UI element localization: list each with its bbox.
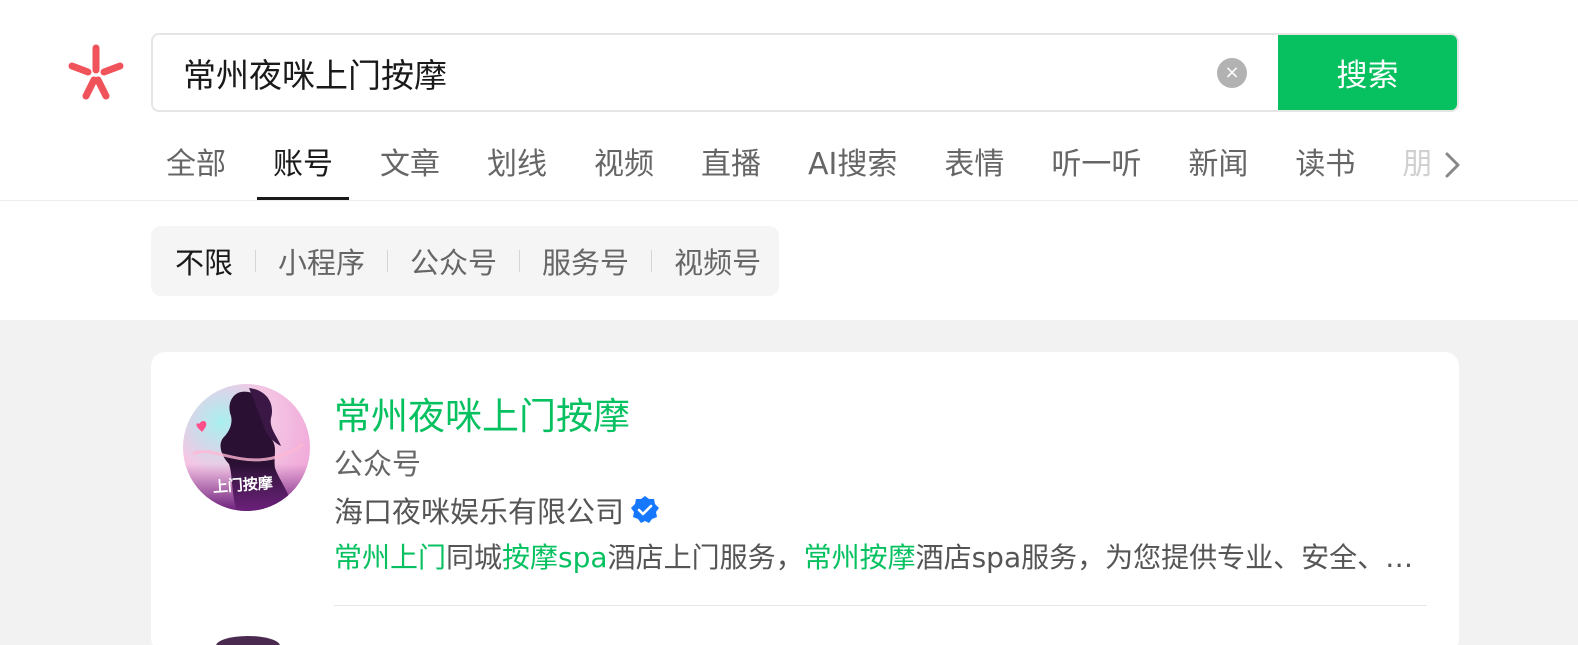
account-avatar[interactable]: 上门按摩 [183,384,310,511]
filter-all[interactable]: 不限 [175,240,233,282]
desc-highlight: 按摩spa [502,541,608,574]
filter-separator [651,250,653,272]
tab-articles[interactable]: 文章 [380,140,440,200]
category-tabs: 全部 账号 文章 划线 视频 直播 AI搜索 表情 听一听 新闻 读书 朋 [166,140,1479,200]
filter-separator [519,250,521,272]
desc-text: 同城 [446,541,503,574]
tab-accounts[interactable]: 账号 [257,140,349,200]
tab-news[interactable]: 新闻 [1188,140,1248,200]
desc-text: 酒店上门服务， [607,541,804,574]
account-description: 常州上门同城按摩spa酒店上门服务，常州按摩酒店spa服务，为您提供专业、安全、… [334,536,1429,576]
account-organization: 海口夜咪娱乐有限公司 [334,489,660,531]
tab-books[interactable]: 读书 [1295,140,1355,200]
wechat-search-logo-icon [68,44,124,100]
search-input[interactable] [153,35,1217,110]
filter-official-account[interactable]: 公众号 [410,240,497,282]
search-box: × 搜索 [151,33,1459,112]
filter-channels[interactable]: 视频号 [674,240,761,282]
filter-mini-program[interactable]: 小程序 [278,240,365,282]
tab-videos[interactable]: 视频 [594,140,654,200]
tabs-divider [0,200,1578,201]
filter-service-account[interactable]: 服务号 [542,240,629,282]
search-button[interactable]: 搜索 [1278,35,1457,110]
organization-name: 海口夜咪娱乐有限公司 [334,495,625,529]
tab-underlines[interactable]: 划线 [487,140,547,200]
desc-highlight: 常州按摩 [803,541,916,574]
tab-ai-search[interactable]: AI搜索 [808,140,897,200]
verified-badge-icon [631,496,660,523]
filter-separator [255,250,257,272]
desc-highlight: 常州上门 [334,541,447,574]
tab-live[interactable]: 直播 [701,140,761,200]
account-type-filter: 不限 小程序 公众号 服务号 视频号 [151,226,779,296]
filter-separator [387,250,389,272]
card-divider [334,605,1427,606]
chevron-right-icon[interactable] [1437,150,1467,180]
account-type: 公众号 [334,447,422,481]
tab-all[interactable]: 全部 [166,140,226,200]
account-name[interactable]: 常州夜咪上门按摩 [334,386,630,440]
clear-search-icon[interactable]: × [1217,57,1247,88]
desc-text: 酒店spa服务，为您提供专业、安全、快… [915,541,1429,574]
tab-stickers[interactable]: 表情 [944,140,1004,200]
tab-friends[interactable]: 朋 [1402,140,1432,200]
tab-listen[interactable]: 听一听 [1051,140,1141,200]
